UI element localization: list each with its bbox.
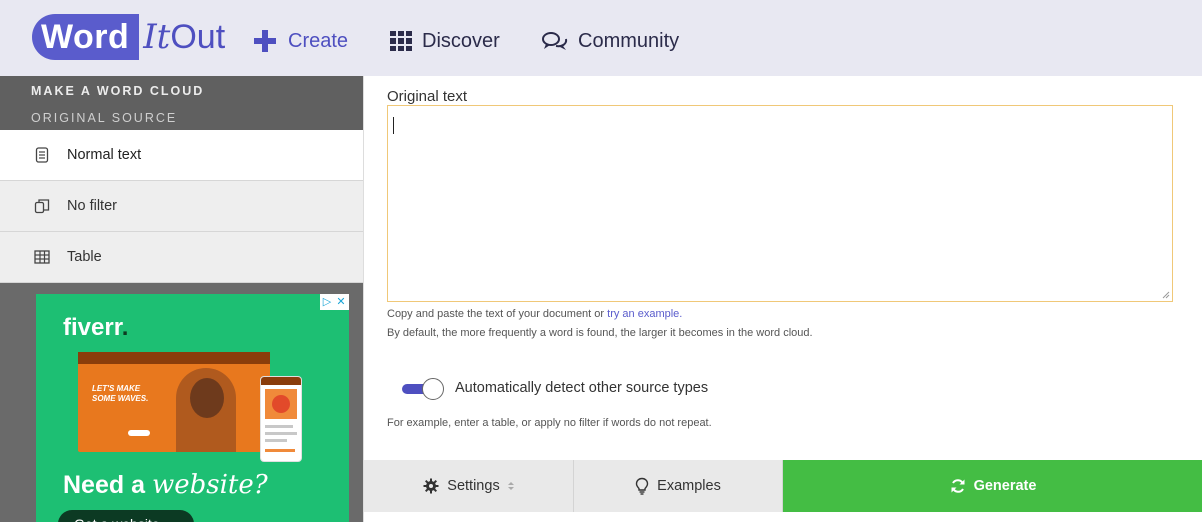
wordout-logo[interactable]: Word It Out	[32, 14, 225, 60]
settings-label: Settings	[447, 478, 500, 494]
toggle-knob	[422, 378, 444, 400]
examples-label: Examples	[657, 478, 721, 494]
ad-headline: Need a website?	[63, 470, 268, 500]
nav-discover-link[interactable]: Discover	[390, 24, 500, 58]
fiverr-logo: fiverr.	[63, 314, 128, 342]
text-caret	[393, 117, 394, 134]
ad-mockup-topbar	[78, 352, 270, 364]
logo-out: Out	[170, 17, 226, 56]
ad-close-icon[interactable]: ✕	[334, 294, 348, 310]
auto-detect-toggle[interactable]	[402, 378, 446, 400]
logo-it: It	[143, 17, 171, 57]
headphones-icon	[265, 389, 297, 419]
editor-panel: Original text Copy and paste the text of…	[363, 76, 1202, 522]
ad-mockup-text-line	[265, 439, 287, 442]
sidebar-item-table[interactable]: Table	[0, 232, 363, 283]
ad-mockup-text-line	[265, 449, 295, 452]
fiverr-logo-dot: .	[121, 314, 129, 341]
fiverr-ad-banner[interactable]: fiverr. ▷ ✕ LET'S MAKE SOME WAVES. Need …	[36, 294, 349, 522]
original-text-label: Original text	[387, 88, 468, 105]
grid-icon	[390, 31, 412, 51]
nav-create-label: Create	[288, 29, 349, 52]
document-icon	[35, 147, 49, 163]
ad-cta-button[interactable]: Get a website	[58, 510, 194, 522]
ad-headline-plain: Need a	[63, 471, 152, 499]
sidebar-item-label: No filter	[67, 198, 117, 214]
action-bar: Settings Examples Generate	[364, 460, 1202, 512]
refresh-icon	[951, 479, 965, 493]
ad-headline-italic: website?	[151, 470, 268, 500]
help-text-prefix: Copy and paste the text of your document…	[387, 308, 608, 320]
table-icon	[34, 250, 50, 264]
settings-button[interactable]: Settings	[364, 460, 574, 512]
copy-icon	[34, 199, 50, 214]
examples-button[interactable]: Examples	[574, 460, 783, 512]
sidebar-item-normal-text[interactable]: Normal text	[0, 130, 363, 181]
resize-grip-icon[interactable]	[1162, 291, 1170, 299]
auto-detect-label[interactable]: Automatically detect other source types	[455, 380, 708, 396]
generate-button[interactable]: Generate	[783, 460, 1202, 512]
sidebar-subheading: ORIGINAL SOURCE	[31, 111, 178, 125]
nav-discover-label: Discover	[422, 29, 500, 52]
lightbulb-icon	[635, 477, 649, 495]
nav-community-link[interactable]: Community	[542, 24, 679, 58]
ad-mockup-website: LET'S MAKE SOME WAVES.	[78, 352, 270, 452]
fiverr-logo-text: fiverr	[63, 314, 122, 341]
ad-mockup-person	[190, 378, 224, 418]
sidebar-heading: MAKE A WORD CLOUD	[31, 84, 205, 98]
generate-label: Generate	[973, 478, 1037, 494]
chat-bubbles-icon	[542, 32, 568, 50]
ad-mockup-text-line	[265, 432, 297, 435]
nav-create-link[interactable]: Create	[254, 24, 348, 58]
sidebar-item-label: Normal text	[67, 147, 142, 163]
sort-arrows-icon	[507, 482, 514, 490]
logo-word: Word	[32, 14, 140, 60]
ad-mockup-button	[128, 430, 150, 436]
ad-mockup-text-line	[265, 425, 293, 428]
sidebar-header: MAKE A WORD CLOUD ORIGINAL SOURCE	[0, 76, 363, 130]
plus-icon	[254, 30, 276, 52]
ad-mockup-phone-topbar	[261, 377, 301, 385]
nav-community-label: Community	[578, 29, 680, 52]
ad-info-icon[interactable]: ▷	[320, 294, 334, 310]
gear-icon	[423, 478, 439, 494]
try-example-link[interactable]: try an example.	[607, 308, 682, 320]
top-navigation: Word It Out Create Discover Community	[0, 0, 1202, 76]
sidebar-item-label: Table	[67, 249, 102, 265]
sidebar-item-no-filter[interactable]: No filter	[0, 181, 363, 232]
source-types-note: For example, enter a table, or apply no …	[387, 417, 712, 429]
help-text-frequency: By default, the more frequently a word i…	[387, 327, 813, 339]
ad-mockup-headline: LET'S MAKE SOME WAVES.	[92, 384, 149, 403]
original-text-textarea[interactable]	[387, 105, 1173, 302]
help-text: Copy and paste the text of your document…	[387, 308, 682, 320]
ad-mockup-phone	[260, 376, 302, 462]
ad-choices-badge[interactable]: ▷ ✕	[320, 294, 349, 310]
